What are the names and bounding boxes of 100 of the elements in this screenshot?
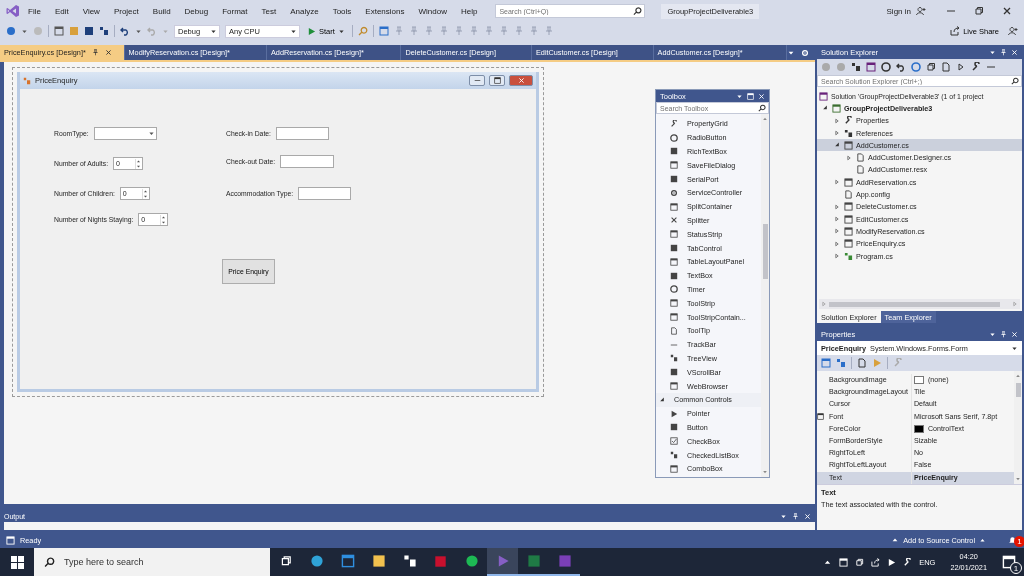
wrench-icon — [844, 116, 853, 126]
task-view-icon — [279, 555, 292, 567]
scrollbar[interactable] — [819, 299, 1020, 309]
window-icon — [844, 202, 853, 212]
arrow-up-icon — [891, 536, 900, 544]
undo-icon[interactable] — [120, 26, 130, 36]
window-icon — [670, 313, 678, 322]
caret-icon[interactable] — [989, 48, 996, 56]
spin-up-icon — [142, 188, 148, 194]
window-icon — [670, 299, 678, 308]
search-icon — [44, 556, 55, 568]
spin-up-icon — [136, 158, 142, 164]
restore-icon[interactable] — [974, 6, 984, 16]
text-field[interactable] — [275, 127, 329, 140]
window-icon — [844, 214, 853, 224]
files-icon[interactable] — [941, 62, 951, 72]
window-icon — [670, 230, 678, 239]
window-icon — [832, 103, 841, 113]
scroll-down-icon — [762, 469, 768, 475]
caret-icon[interactable] — [989, 330, 996, 338]
circle-icon — [670, 285, 678, 294]
spin-up-icon — [161, 214, 167, 220]
scrollbar[interactable] — [1014, 371, 1022, 484]
scrollbar-thumb[interactable] — [1015, 383, 1021, 397]
play-icon — [307, 26, 316, 36]
caret-icon — [21, 27, 28, 35]
window-icon — [670, 161, 678, 170]
menu-item[interactable]: Project — [107, 6, 145, 16]
wrench-icon — [670, 119, 678, 128]
scroll-left-icon — [821, 301, 827, 307]
menu-item[interactable]: Build — [146, 6, 177, 16]
visual-studio-logo — [6, 4, 20, 18]
scrollbar[interactable] — [761, 114, 769, 477]
maximize-button[interactable] — [489, 75, 505, 86]
file-icon — [670, 326, 678, 335]
wrench-icon[interactable] — [971, 62, 981, 72]
menu-item[interactable]: Debug — [178, 6, 215, 16]
circle-icon — [670, 133, 678, 142]
search-icon — [758, 104, 766, 112]
menu-item[interactable]: Format — [216, 6, 254, 16]
menu-item[interactable]: Extensions — [359, 6, 411, 16]
play-icon — [670, 409, 678, 418]
menu-item[interactable]: Window — [412, 6, 453, 16]
window-icon — [670, 382, 678, 391]
square-icon — [670, 368, 678, 377]
user-icon[interactable] — [916, 6, 926, 16]
sign-in-link[interactable]: Sign in — [886, 6, 911, 16]
x-icon — [670, 216, 678, 225]
minimize-icon — [473, 77, 481, 84]
menu-item[interactable]: View — [76, 6, 106, 16]
back-icon[interactable] — [6, 26, 16, 36]
settings-icon[interactable] — [801, 48, 809, 57]
search-icon — [1011, 77, 1019, 85]
close-icon[interactable] — [1002, 6, 1012, 16]
minimize-button[interactable] — [469, 75, 485, 86]
window-icon — [844, 239, 853, 249]
menu-item[interactable]: Help — [454, 6, 484, 16]
square-icon — [670, 147, 678, 156]
windows-icon — [10, 555, 24, 569]
window-icon — [844, 140, 853, 150]
text-field[interactable] — [280, 155, 335, 168]
caret-icon — [1011, 344, 1018, 352]
caret-icon[interactable] — [780, 512, 787, 520]
maximize-icon[interactable] — [747, 92, 754, 100]
scroll-up-icon — [1015, 373, 1021, 379]
search-icon — [633, 6, 643, 16]
restore-icon — [493, 77, 501, 84]
taskbar-search-field[interactable]: Type here to search — [34, 548, 270, 576]
square-icon — [670, 244, 678, 253]
window-icon — [819, 91, 828, 101]
window-icon — [844, 177, 853, 187]
menu-item[interactable]: Analyze — [284, 6, 325, 16]
scroll-right-icon — [1012, 301, 1018, 307]
share-icon — [950, 26, 961, 36]
file-icon — [844, 190, 853, 199]
gear-icon — [670, 188, 678, 197]
menu-item[interactable]: Tools — [326, 6, 358, 16]
menu-item[interactable]: File — [22, 6, 47, 16]
window-icon — [670, 202, 678, 211]
scrollbar-thumb[interactable] — [762, 224, 768, 279]
menu-item[interactable]: Edit — [48, 6, 75, 16]
caret-icon — [337, 27, 345, 35]
caret-icon — [135, 27, 142, 35]
window-icon — [670, 257, 678, 266]
refresh-icon[interactable] — [911, 62, 921, 72]
menu-item[interactable]: Test — [255, 6, 283, 16]
scrollbar-thumb[interactable] — [829, 301, 1000, 307]
notification-badge: 1 — [1014, 535, 1024, 547]
close-icon[interactable] — [104, 49, 112, 56]
close-icon — [517, 77, 525, 84]
caret-icon — [290, 27, 297, 35]
check-icon — [670, 437, 678, 446]
expander-icon — [659, 396, 665, 403]
text-field[interactable] — [298, 187, 352, 200]
feedback-icon[interactable] — [1008, 26, 1018, 36]
caret-icon[interactable] — [736, 92, 743, 100]
square-icon — [670, 271, 678, 280]
pin-icon[interactable] — [91, 49, 99, 56]
square-icon — [670, 423, 678, 432]
scroll-up-icon — [762, 116, 768, 122]
